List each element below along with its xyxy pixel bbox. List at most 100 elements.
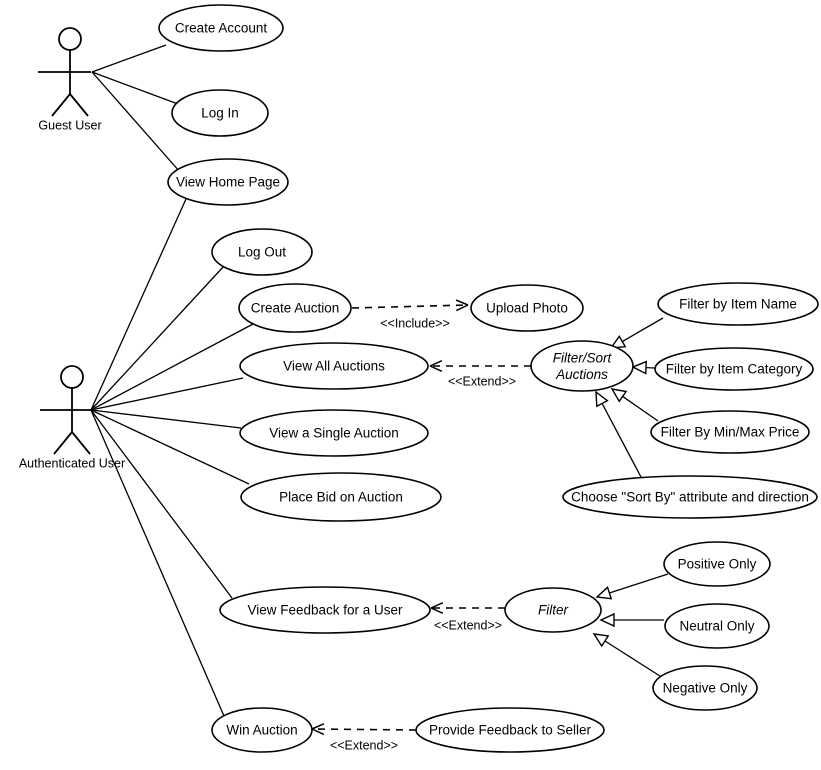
actor-right-leg bbox=[69, 93, 89, 117]
generalization-line bbox=[609, 573, 669, 594]
use-case-label: View All Auctions bbox=[283, 359, 385, 374]
use-case-view-feedback[interactable]: View Feedback for a User bbox=[219, 586, 431, 634]
use-case-label: Positive Only bbox=[678, 557, 757, 572]
use-case-win-auction[interactable]: Win Auction bbox=[211, 707, 313, 753]
use-case-diagram: <<Include>> <<Extend>> <<Extend>> <<Extend>… bbox=[0, 0, 821, 770]
use-case-label-line: Filter/Sort bbox=[553, 350, 613, 365]
stereotype-label: <<Include>> bbox=[380, 316, 450, 330]
association-auth-place-bid bbox=[90, 409, 250, 485]
association-line bbox=[90, 377, 244, 411]
use-case-label: Filter by Item Category bbox=[666, 362, 803, 377]
use-case-label-line: Auctions bbox=[555, 366, 608, 381]
dependency-create-auction-include-upload: <<Include>> bbox=[351, 299, 469, 330]
use-case-label: Create Account bbox=[175, 21, 268, 36]
generalization-min-max-price-to-filter-sort bbox=[610, 388, 659, 422]
use-case-label: Provide Feedback to Seller bbox=[429, 723, 592, 738]
use-case-log-in[interactable]: Log In bbox=[171, 89, 269, 137]
actors-layer: Guest User Authenticated User bbox=[19, 27, 125, 470]
dependency-filter-sort-extend-view-all: <<Extend>> bbox=[429, 360, 531, 388]
association-auth-create-auction bbox=[90, 323, 254, 411]
use-case-place-bid[interactable]: Place Bid on Auction bbox=[240, 472, 442, 522]
use-case-label: Negative Only bbox=[663, 681, 748, 696]
generalization-arrowhead bbox=[631, 360, 648, 375]
generalization-arrowhead bbox=[592, 633, 610, 648]
arrowhead-barb bbox=[311, 723, 325, 730]
use-case-negative-only[interactable]: Negative Only bbox=[652, 665, 758, 711]
use-case-label: Filter/Sort Auctions bbox=[553, 350, 613, 381]
dependency-provide-feedback-extend-win: <<Extend>> bbox=[311, 723, 417, 752]
use-case-filter-item-name[interactable]: Filter by Item Name bbox=[657, 282, 819, 326]
use-case-label: View a Single Auction bbox=[269, 426, 399, 441]
generalization-arrowhead bbox=[595, 390, 609, 408]
use-case-provide-feedback[interactable]: Provide Feedback to Seller bbox=[415, 707, 605, 753]
diagram-canvas: <<Include>> <<Extend>> <<Extend>> <<Extend>… bbox=[19, 4, 819, 753]
generalization-line bbox=[601, 403, 642, 478]
use-case-label: Create Auction bbox=[251, 301, 340, 316]
use-case-create-auction[interactable]: Create Auction bbox=[238, 283, 352, 333]
association-line bbox=[90, 409, 233, 599]
association-auth-view-all bbox=[90, 377, 244, 411]
association-line bbox=[91, 44, 167, 73]
dependency-line bbox=[351, 304, 469, 309]
association-auth-log-out bbox=[90, 265, 225, 411]
association-guest-log-in bbox=[91, 71, 179, 105]
use-case-create-account[interactable]: Create Account bbox=[158, 4, 284, 52]
association-auth-view-home bbox=[90, 198, 187, 411]
use-case-label: View Feedback for a User bbox=[247, 603, 403, 618]
use-case-label: Choose "Sort By" attribute and direction bbox=[571, 490, 809, 505]
generalization-line bbox=[604, 640, 664, 679]
generalization-item-category-to-filter-sort bbox=[631, 360, 656, 375]
use-case-label: Win Auction bbox=[226, 723, 297, 738]
use-case-filter-min-max-price[interactable]: Filter By Min/Max Price bbox=[650, 410, 810, 454]
use-case-label: Filter by Item Name bbox=[679, 297, 797, 312]
use-case-label: Log In bbox=[201, 106, 239, 121]
stereotype-label: <<Extend>> bbox=[330, 738, 398, 752]
use-case-label: View Home Page bbox=[176, 175, 280, 190]
use-case-filter-feedback[interactable]: Filter bbox=[504, 587, 602, 633]
stereotype-label: <<Extend>> bbox=[448, 374, 516, 388]
generalization-arrowhead bbox=[599, 612, 615, 628]
actor-right-leg bbox=[71, 431, 91, 455]
use-case-view-home-page[interactable]: View Home Page bbox=[167, 158, 289, 206]
actor-head-icon bbox=[60, 365, 84, 389]
generalization-line bbox=[621, 317, 664, 343]
association-auth-view-single bbox=[90, 409, 242, 429]
use-case-log-out[interactable]: Log Out bbox=[211, 228, 313, 276]
association-line bbox=[90, 409, 250, 485]
use-case-filter-item-category[interactable]: Filter by Item Category bbox=[654, 347, 814, 391]
generalization-arrowhead bbox=[610, 388, 628, 403]
stereotype-label: <<Extend>> bbox=[434, 618, 502, 632]
association-line bbox=[91, 71, 181, 173]
association-guest-view-home bbox=[91, 71, 181, 173]
use-case-view-single-auction[interactable]: View a Single Auction bbox=[239, 409, 429, 457]
arrowhead-barb bbox=[455, 299, 469, 306]
use-case-filter-sort-auctions[interactable]: Filter/Sort Auctions bbox=[530, 340, 634, 392]
generalization-item-name-to-filter-sort bbox=[609, 317, 664, 349]
association-line bbox=[90, 198, 187, 411]
actor-label: Guest User bbox=[38, 118, 101, 132]
association-auth-view-feedback bbox=[90, 409, 233, 599]
association-line bbox=[90, 409, 242, 429]
actor-guest[interactable]: Guest User bbox=[38, 27, 102, 132]
use-case-label: Log Out bbox=[238, 245, 286, 260]
generalization-line bbox=[622, 395, 659, 422]
generalization-arrowhead bbox=[595, 586, 613, 600]
use-case-positive-only[interactable]: Positive Only bbox=[663, 541, 771, 587]
generalization-neutral-to-filter bbox=[599, 612, 664, 628]
association-line bbox=[90, 323, 254, 411]
actor-left-leg bbox=[53, 431, 73, 455]
use-case-neutral-only[interactable]: Neutral Only bbox=[664, 603, 770, 649]
use-case-label: Filter bbox=[538, 603, 569, 618]
generalization-negative-to-filter bbox=[592, 633, 664, 679]
use-case-choose-sort-by[interactable]: Choose "Sort By" attribute and direction bbox=[562, 475, 818, 519]
use-case-label: Place Bid on Auction bbox=[279, 490, 403, 505]
association-guest-create-account bbox=[91, 44, 167, 73]
actor-left-leg bbox=[51, 93, 71, 117]
association-line bbox=[91, 71, 179, 105]
use-case-view-all-auctions[interactable]: View All Auctions bbox=[239, 342, 429, 390]
generalization-positive-to-filter bbox=[595, 573, 669, 600]
use-case-upload-photo[interactable]: Upload Photo bbox=[470, 284, 584, 332]
dependency-filter-extend-view-feedback: <<Extend>> bbox=[430, 602, 505, 632]
actor-head-icon bbox=[58, 27, 82, 51]
dependency-line bbox=[311, 728, 417, 731]
